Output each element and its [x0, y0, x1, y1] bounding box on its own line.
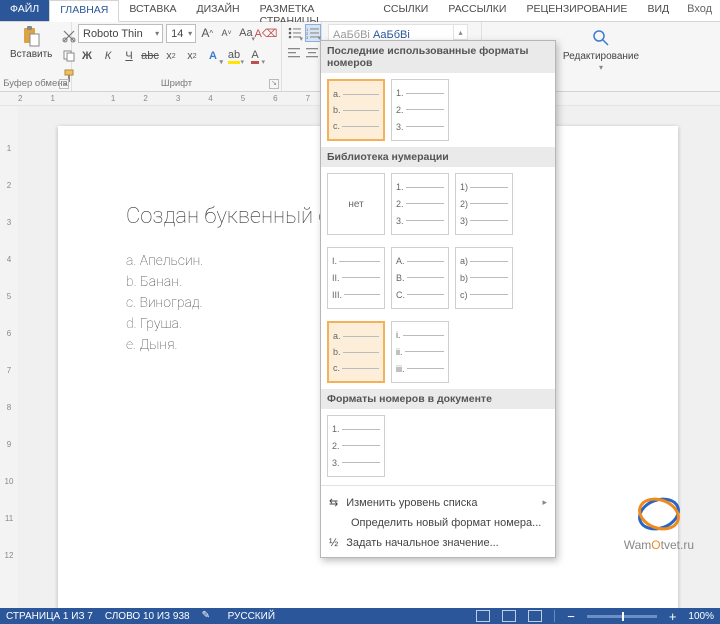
indent-icon: ⇆ [329, 496, 338, 509]
sign-in-link[interactable]: Вход [679, 0, 720, 21]
tab-insert[interactable]: ВСТАВКА [119, 0, 186, 21]
group-paragraph: 123 [282, 22, 322, 91]
font-launcher[interactable]: ↘ [269, 79, 279, 89]
tab-view[interactable]: ВИД [637, 0, 679, 21]
menu-set-start-value[interactable]: ½ Задать начальное значение... [321, 533, 555, 553]
editing-button[interactable]: Редактирование ▾ [559, 26, 643, 74]
tab-page-layout[interactable]: РАЗМЕТКА СТРАНИЦЫ [250, 0, 374, 21]
tab-review[interactable]: РЕЦЕНЗИРОВАНИЕ [516, 0, 637, 21]
highlight-button[interactable]: ab [225, 47, 243, 65]
bold-button[interactable]: Ж [78, 47, 96, 65]
font-color-icon: A [251, 49, 258, 64]
zoom-slider[interactable] [587, 615, 657, 618]
clipboard-launcher[interactable]: ↘ [59, 79, 69, 89]
gallery-item[interactable]: a)b)c) [455, 247, 513, 309]
bullets-button[interactable] [288, 24, 302, 42]
watermark-text: WamOtvet.ru [624, 538, 694, 552]
paste-icon [21, 26, 41, 48]
subscript-button[interactable]: x2 [162, 47, 180, 65]
watermark-logo-icon [635, 492, 683, 536]
status-page[interactable]: СТРАНИЦА 1 ИЗ 7 [6, 611, 93, 622]
shrink-font-button[interactable]: A˅ [218, 24, 234, 42]
grow-font-button[interactable]: A^ [199, 24, 215, 42]
tab-home[interactable]: ГЛАВНАЯ [49, 0, 119, 22]
align-center-button[interactable] [305, 44, 319, 62]
gallery-section-document: Форматы номеров в документе [321, 389, 555, 409]
gallery-item[interactable]: I.II.III. [327, 247, 385, 309]
numbering-gallery: Последние использованные форматы номеров… [320, 40, 556, 558]
italic-button[interactable]: К [99, 47, 117, 65]
tab-design[interactable]: ДИЗАЙН [186, 0, 249, 21]
gallery-item[interactable]: 1.2.3. [327, 415, 385, 477]
group-clipboard: Вставить Буфер обмена ↘ [0, 22, 72, 91]
gallery-item[interactable]: 1.2.3. [391, 79, 449, 141]
status-bar: СТРАНИЦА 1 ИЗ 7 СЛОВО 10 ИЗ 938 ✎ РУССКИ… [0, 608, 720, 624]
superscript-button[interactable]: x2 [183, 47, 201, 65]
gallery-item[interactable]: a.b.c. [327, 321, 385, 383]
editing-label: Редактирование [563, 51, 639, 62]
gallery-item[interactable]: A.B.C. [391, 247, 449, 309]
clear-format-button[interactable]: A⌫ [257, 24, 275, 42]
menu-change-list-level[interactable]: ⇆ Изменить уровень списка ▸ [321, 492, 555, 513]
gallery-section-library: Библиотека нумерации [321, 147, 555, 167]
number-icon: ½ [329, 537, 338, 549]
tab-file[interactable]: ФАЙЛ [0, 0, 49, 21]
align-left-button[interactable] [288, 44, 302, 62]
status-language[interactable]: РУССКИЙ [228, 611, 275, 622]
font-size-combo[interactable]: 14 [166, 24, 196, 43]
svg-text:3: 3 [306, 35, 309, 39]
gallery-item[interactable]: 1)2)3) [455, 173, 513, 235]
menu-define-format[interactable]: Определить новый формат номера... [321, 513, 555, 533]
status-words[interactable]: СЛОВО 10 ИЗ 938 [105, 611, 190, 622]
font-color-button[interactable]: A [246, 47, 264, 65]
gallery-item[interactable]: i.ii.iii. [391, 321, 449, 383]
gallery-item[interactable]: a.b.c. [327, 79, 385, 141]
gallery-item[interactable]: 1.2.3. [391, 173, 449, 235]
strike-button[interactable]: abc [141, 47, 159, 65]
chevron-down-icon: ▾ [599, 63, 603, 72]
submenu-arrow-icon: ▸ [542, 497, 547, 508]
text-effects-button[interactable]: A [204, 47, 222, 65]
tab-mailings[interactable]: РАССЫЛКИ [438, 0, 516, 21]
change-case-button[interactable]: Aa [238, 24, 254, 42]
paste-button[interactable]: Вставить [6, 24, 56, 85]
font-name-combo[interactable]: Roboto Thin [78, 24, 163, 43]
zoom-in-button[interactable]: + [669, 609, 677, 624]
find-icon [591, 28, 611, 50]
tab-references[interactable]: ССЫЛКИ [373, 0, 438, 21]
group-font: Roboto Thin 14 A^ A˅ Aa A⌫ Ж К Ч abc x2 … [72, 22, 282, 91]
vertical-ruler[interactable]: 123456789101112 [0, 106, 18, 608]
view-web-icon[interactable] [528, 610, 542, 622]
underline-button[interactable]: Ч [120, 47, 138, 65]
view-read-icon[interactable] [476, 610, 490, 622]
ribbon-tabs: ФАЙЛ ГЛАВНАЯ ВСТАВКА ДИЗАЙН РАЗМЕТКА СТР… [0, 0, 720, 22]
gallery-section-recent: Последние использованные форматы номеров [321, 41, 555, 73]
highlight-icon: ab [228, 49, 240, 64]
view-print-icon[interactable] [502, 610, 516, 622]
watermark: WamOtvet.ru [624, 492, 694, 552]
paste-label: Вставить [10, 49, 52, 60]
numbering-button[interactable]: 123 [305, 24, 321, 42]
zoom-level[interactable]: 100% [688, 611, 714, 622]
zoom-out-button[interactable]: − [567, 609, 575, 624]
gallery-item-none[interactable]: нет [327, 173, 385, 235]
styles-up-icon[interactable]: ▴ [454, 25, 467, 40]
group-font-label: Шрифт [72, 78, 281, 89]
proofing-icon[interactable]: ✎ [202, 610, 216, 622]
